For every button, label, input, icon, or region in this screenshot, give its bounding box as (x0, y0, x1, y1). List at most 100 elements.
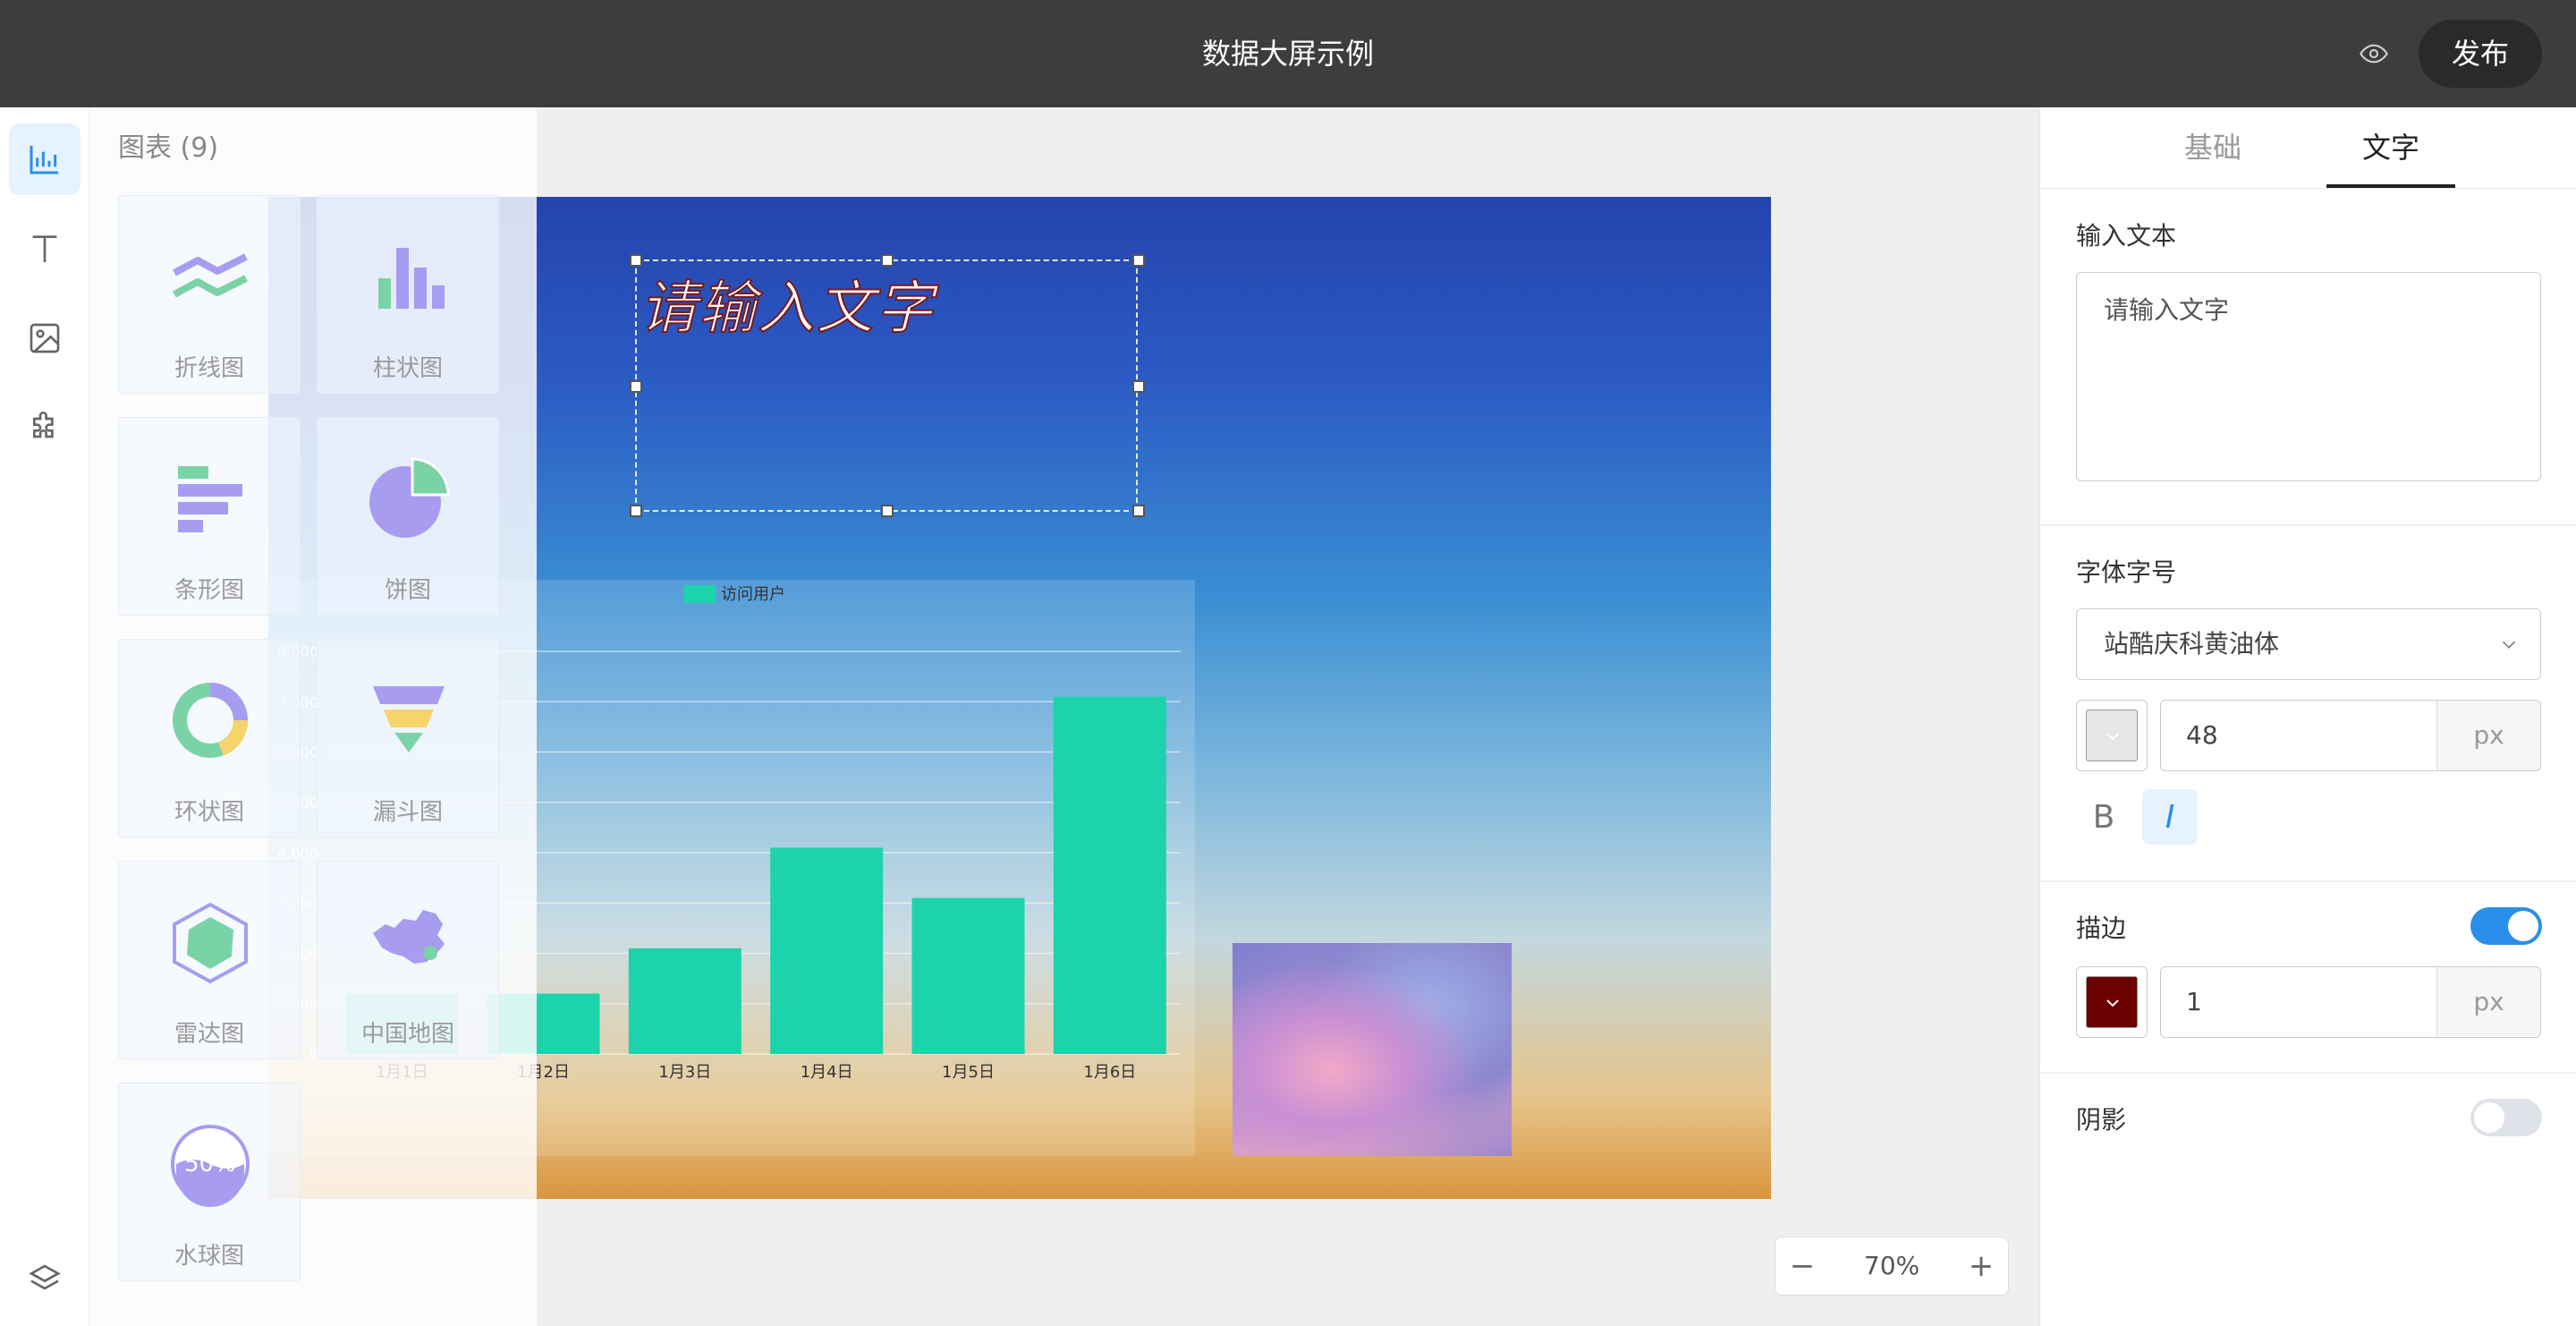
chart-item-label: 水球图 (174, 1243, 244, 1270)
chart-item-label: 饼图 (384, 577, 431, 604)
selection-box[interactable] (630, 254, 1145, 517)
font-color-swatch (2086, 710, 2138, 761)
stroke-width-value[interactable]: 1 (2161, 967, 2436, 1037)
chart-item-bar[interactable]: 柱状图 (317, 195, 499, 394)
rail-plugin-button[interactable] (9, 392, 80, 463)
zoom-control: − 70% + (1775, 1237, 2009, 1296)
tool-rail (0, 107, 89, 1326)
chart-item-horizontal-bar[interactable]: 条形图 (118, 417, 301, 616)
font-size-unit: px (2436, 701, 2540, 770)
chart-picker-panel: 图表 (9) 折线图 柱状图 条形图 饼图 环状图 漏斗图 雷达图 中国地图 5… (89, 107, 537, 1326)
rail-layers-button[interactable] (9, 1244, 80, 1315)
resize-handle-t[interactable] (881, 254, 894, 267)
bar (1053, 696, 1166, 1054)
top-bar: 数据大屏示例 发布 (0, 0, 2576, 107)
bar (770, 847, 884, 1054)
resize-handle-br[interactable] (1132, 505, 1145, 517)
shadow-toggle[interactable] (2470, 1099, 2542, 1136)
x-tick-label: 1月4日 (801, 1063, 853, 1082)
radar-chart-icon (173, 902, 248, 984)
publish-button[interactable]: 发布 (2419, 20, 2542, 88)
horizontal-bar-icon (178, 466, 242, 532)
bar (911, 897, 1025, 1054)
font-label: 字体字号 (2076, 557, 2177, 587)
china-map-icon (373, 910, 445, 964)
chart-item-label: 折线图 (174, 355, 244, 382)
pie-chart-icon (369, 457, 450, 538)
liquid-percent: 50% (184, 1151, 236, 1177)
chart-item-label: 柱状图 (372, 355, 443, 382)
chart-item-label: 漏斗图 (372, 799, 443, 826)
resize-handle-tr[interactable] (1132, 254, 1145, 267)
chart-item-label: 环状图 (174, 799, 244, 826)
toggle-knob (2474, 1102, 2504, 1133)
chart-item-label: 中国地图 (360, 1021, 454, 1048)
tab-basic[interactable]: 基础 (2148, 107, 2278, 188)
chart-item-liquid[interactable]: 50% 水球图 (118, 1083, 301, 1281)
chart-item-radar[interactable]: 雷达图 (118, 861, 301, 1059)
sky-image[interactable] (1233, 943, 1512, 1156)
x-tick-label: 1月3日 (658, 1063, 711, 1082)
chart-item-funnel[interactable]: 漏斗图 (317, 639, 499, 837)
bar-chart-icon (30, 146, 58, 174)
stroke-label: 描边 (2076, 914, 2127, 943)
text-content-input[interactable] (2076, 272, 2541, 481)
tab-text[interactable]: 文字 (2326, 107, 2455, 188)
stroke-width-unit: px (2436, 967, 2540, 1037)
chart-item-donut[interactable]: 环状图 (118, 639, 301, 837)
font-size-value[interactable]: 48 (2161, 701, 2436, 770)
legend-label: 访问用户 (721, 585, 785, 604)
stroke-width-input[interactable]: 1 px (2160, 966, 2541, 1038)
app-title: 数据大屏示例 (1201, 37, 1374, 71)
x-tick-label: 1月6日 (1083, 1063, 1136, 1082)
section-divider (2040, 1072, 2576, 1074)
rail-chart-button[interactable] (9, 123, 80, 195)
bar-chart-icon (378, 248, 445, 309)
layers-icon (29, 1264, 61, 1290)
chart-item-pie[interactable]: 饼图 (317, 417, 499, 616)
rail-image-button[interactable] (9, 302, 80, 374)
stroke-toggle[interactable] (2470, 907, 2542, 945)
x-tick-label: 1月5日 (942, 1063, 995, 1082)
property-panel: 基础 文字 输入文本 字体字号 站酷庆科黄油体 48 px B I 描边 1 p… (2039, 107, 2576, 1326)
tabs-divider (2040, 188, 2576, 189)
section-divider (2040, 880, 2576, 882)
resize-handle-b[interactable] (881, 505, 894, 517)
font-family-value: 站酷庆科黄油体 (2104, 629, 2280, 659)
italic-button[interactable]: I (2142, 789, 2198, 845)
donut-chart-icon (173, 683, 249, 758)
shadow-label: 阴影 (2076, 1105, 2127, 1135)
stroke-color-picker[interactable] (2076, 966, 2148, 1038)
zoom-out-button[interactable]: − (1775, 1237, 1829, 1295)
resize-handle-r[interactable] (1132, 380, 1145, 393)
input-text-label: 输入文本 (2076, 221, 2177, 251)
chart-item-label: 雷达图 (174, 1021, 244, 1048)
chevron-down-icon (2106, 999, 2119, 1007)
zoom-level: 70% (1863, 1251, 1920, 1280)
zoom-in-button[interactable]: + (1954, 1237, 2008, 1295)
chart-item-line[interactable]: 折线图 (118, 195, 301, 394)
toggle-knob (2508, 911, 2538, 941)
rail-text-button[interactable] (9, 213, 80, 285)
eye-icon[interactable] (2358, 39, 2390, 68)
resize-handle-tl[interactable] (630, 254, 642, 267)
chevron-down-icon (2106, 733, 2119, 741)
text-icon (32, 235, 57, 262)
font-size-input[interactable]: 48 px (2160, 700, 2541, 771)
font-family-select[interactable]: 站酷庆科黄油体 (2076, 608, 2541, 680)
chevron-down-icon (2502, 641, 2516, 649)
section-divider (2040, 524, 2576, 526)
liquid-chart-icon: 50% (171, 1125, 250, 1207)
stroke-color-swatch (2086, 976, 2138, 1028)
legend-swatch (683, 585, 716, 603)
image-icon (30, 323, 60, 353)
resize-handle-bl[interactable] (630, 505, 642, 517)
bold-button[interactable]: B (2076, 789, 2131, 845)
funnel-chart-icon (373, 686, 445, 752)
chart-item-china-map[interactable]: 中国地图 (317, 861, 499, 1059)
resize-handle-l[interactable] (630, 380, 642, 393)
panel-title: 图表 (9) (118, 132, 219, 164)
font-color-picker[interactable] (2076, 700, 2148, 771)
bar (628, 948, 741, 1054)
puzzle-icon (33, 412, 54, 438)
